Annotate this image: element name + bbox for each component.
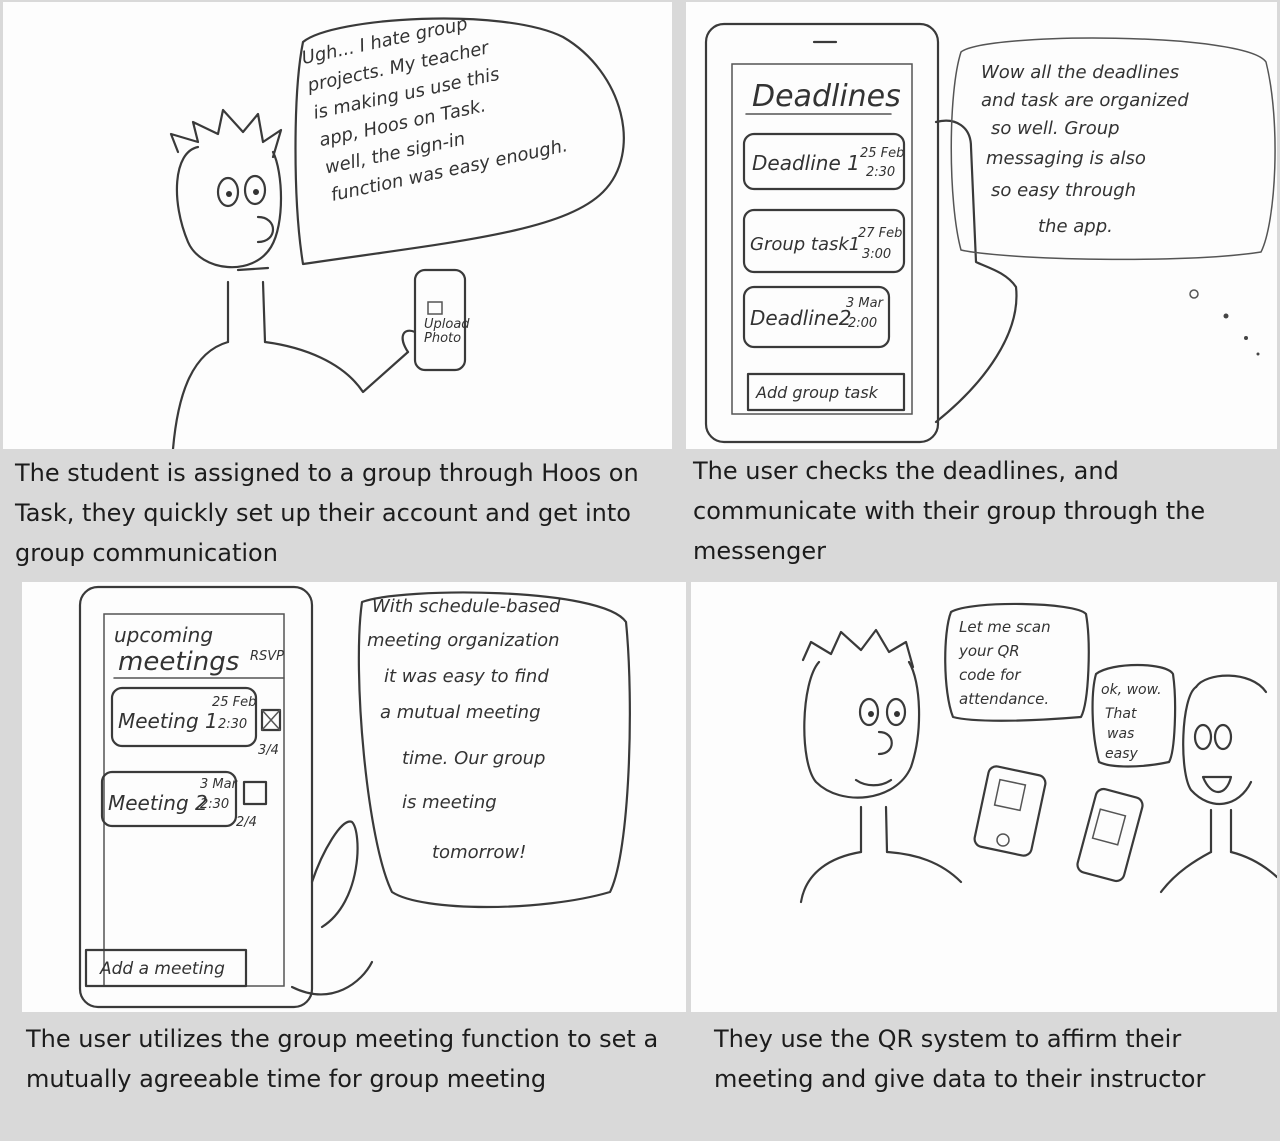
deadline-2-time: 3:00 bbox=[862, 247, 891, 262]
speech-line-1: With schedule-based bbox=[372, 596, 561, 617]
person-a-left-pupil bbox=[868, 711, 874, 717]
speech-line-3: it was easy to find bbox=[384, 666, 549, 687]
panel-2-caption: The user checks the deadlines, and commu… bbox=[693, 457, 1206, 565]
phone-tail bbox=[290, 960, 374, 996]
qr-code-icon bbox=[1091, 808, 1127, 846]
deadline-1-date: 25 Feb bbox=[860, 146, 904, 161]
panel-1-drawing: Upload Photo Ugh... I hate group project… bbox=[169, 13, 625, 449]
panel-1-caption: The student is assigned to a group throu… bbox=[15, 459, 639, 567]
panel-4-qr-attendance: Let me scan your QR code for attendance.… bbox=[691, 582, 1277, 1012]
deadline-1-time: 2:30 bbox=[866, 165, 895, 180]
deadline-3-label: Deadline2 bbox=[750, 306, 851, 330]
student-mouth bbox=[236, 266, 270, 272]
meeting-1-count: 3/4 bbox=[258, 743, 279, 758]
thought-line-2: and task are organized bbox=[981, 90, 1189, 111]
thought-line-6: the app. bbox=[1038, 216, 1113, 237]
deadline-2-label: Group task1 bbox=[750, 234, 860, 255]
meeting-2-label: Meeting 2 bbox=[108, 791, 208, 815]
meeting-1-label: Meeting 1 bbox=[118, 709, 218, 733]
panel-4-drawing: Let me scan your QR code for attendance.… bbox=[799, 602, 1277, 904]
add-meeting-label: Add a meeting bbox=[99, 959, 225, 979]
student-nose bbox=[256, 215, 274, 244]
student-body bbox=[171, 340, 410, 449]
person-b-neck bbox=[1209, 808, 1233, 854]
deadline-3-time: 2:00 bbox=[848, 316, 877, 331]
thought-dot-3 bbox=[1244, 336, 1248, 340]
phone-text-line-2: Photo bbox=[424, 331, 461, 346]
right-pupil bbox=[253, 189, 259, 195]
deadline-3-date: 3 Mar bbox=[846, 296, 885, 311]
scan-button-icon bbox=[996, 833, 1010, 847]
meeting-1-date: 25 Feb bbox=[212, 695, 256, 710]
deadline-1-label: Deadline 1 bbox=[752, 151, 860, 175]
rsvp-header: RSVP bbox=[250, 649, 284, 664]
speech-b-line-4: easy bbox=[1105, 746, 1138, 762]
person-a-head bbox=[803, 660, 921, 799]
student-head bbox=[175, 145, 283, 269]
add-group-task-label: Add group task bbox=[755, 383, 879, 402]
speech-a-line-2: your QR bbox=[958, 642, 1020, 660]
speech-b-line-1: ok, wow. bbox=[1101, 682, 1162, 698]
panel-3-caption: The user utilizes the group meeting func… bbox=[26, 1025, 659, 1093]
left-pupil bbox=[226, 191, 232, 197]
person-b-left-eye bbox=[1193, 723, 1213, 751]
deadlines-title: Deadlines bbox=[752, 79, 901, 114]
panel-4-caption: They use the QR system to affirm their m… bbox=[714, 1025, 1206, 1093]
panel-1-sign-in: Upload Photo Ugh... I hate group project… bbox=[3, 2, 672, 449]
thought-dot-4 bbox=[1256, 352, 1260, 356]
phone-a-drawing bbox=[973, 765, 1047, 857]
thought-dot-1 bbox=[1189, 289, 1199, 299]
person-a-nose bbox=[877, 730, 893, 756]
speech-a-line-1: Let me scan bbox=[959, 618, 1051, 636]
person-b-hair bbox=[1194, 674, 1268, 694]
panel-3-drawing: upcoming meetings RSVP Meeting 1 25 Feb … bbox=[78, 585, 631, 1009]
panel-2-deadlines: Deadlines Deadline 1 25 Feb 2:30 Group t… bbox=[686, 2, 1277, 449]
meeting-1-time: 2:30 bbox=[218, 717, 247, 732]
meeting-2-date: 3 Mar bbox=[200, 777, 239, 792]
thought-dot-2 bbox=[1223, 313, 1229, 319]
person-a-neck bbox=[859, 805, 889, 854]
speech-b-line-3: was bbox=[1107, 726, 1134, 742]
student-hand bbox=[401, 329, 417, 354]
thought-line-3: so well. Group bbox=[991, 118, 1120, 139]
qr-code-icon bbox=[993, 778, 1027, 812]
thought-line-4: messaging is also bbox=[986, 148, 1146, 169]
panel-2-drawing: Deadlines Deadline 1 25 Feb 2:30 Group t… bbox=[704, 22, 1276, 444]
person-a-body bbox=[799, 850, 963, 904]
phone-text-line-1: Upload bbox=[424, 317, 470, 332]
speech-b-line-2: That bbox=[1105, 706, 1137, 722]
panel-3-meetings: upcoming meetings RSVP Meeting 1 25 Feb … bbox=[22, 582, 686, 1012]
speech-a-line-4: attendance. bbox=[959, 690, 1049, 708]
person-b-mouth bbox=[1201, 775, 1233, 794]
speech-line-4: a mutual meeting bbox=[380, 702, 541, 723]
user-arm bbox=[310, 820, 359, 929]
deadline-2-date: 27 Feb bbox=[858, 226, 902, 241]
checked-icon bbox=[261, 709, 281, 731]
meeting-2-rsvp-checkbox[interactable] bbox=[242, 780, 268, 806]
meeting-2-count: 2/4 bbox=[236, 815, 257, 830]
speech-a-line-3: code for bbox=[959, 666, 1021, 684]
speech-line-2: meeting organization bbox=[367, 630, 560, 651]
person-a-mouth bbox=[854, 778, 893, 787]
person-b-right-eye bbox=[1213, 723, 1233, 751]
thought-line-5: so easy through bbox=[991, 180, 1136, 201]
meetings-title-line-2: meetings bbox=[118, 647, 239, 677]
meetings-title-line-1: upcoming bbox=[114, 623, 213, 647]
speech-line-5: time. Our group bbox=[402, 748, 545, 769]
phone-b-drawing bbox=[1076, 787, 1144, 883]
student-hair bbox=[169, 108, 283, 159]
speech-line-6: is meeting bbox=[402, 792, 497, 813]
thought-line-1: Wow all the deadlines bbox=[981, 62, 1179, 83]
student-neck bbox=[226, 280, 267, 344]
meeting-2-time: 2:30 bbox=[200, 797, 229, 812]
person-b-body bbox=[1159, 850, 1277, 894]
camera-icon bbox=[427, 301, 443, 315]
person-a-right-pupil bbox=[894, 711, 900, 717]
speech-line-7: tomorrow! bbox=[432, 842, 526, 863]
